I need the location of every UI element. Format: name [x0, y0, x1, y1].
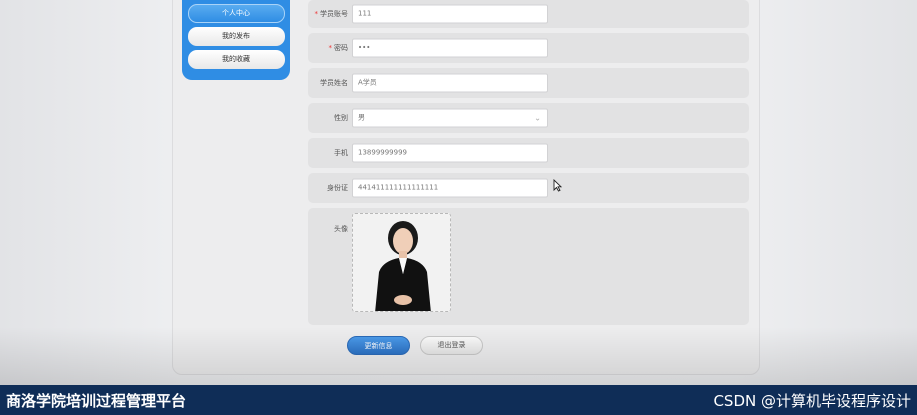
idcard-label: 身份证	[327, 184, 348, 192]
gender-value: 男	[358, 113, 365, 122]
password-label: * 密码	[328, 44, 349, 52]
update-info-button[interactable]: 更新信息	[347, 336, 410, 355]
avatar-upload[interactable]	[352, 213, 451, 312]
form-row-name: 学员姓名 A学员	[308, 68, 749, 98]
account-label: * 学员账号	[314, 10, 349, 18]
platform-title: 商洛学院培训过程管理平台	[6, 392, 187, 410]
form-row-avatar: 头像	[308, 208, 749, 325]
gender-label: 性别	[334, 114, 348, 122]
phone-label: 手机	[334, 149, 348, 157]
chevron-down-icon: ⌄	[534, 113, 541, 123]
mouse-cursor-icon	[553, 179, 562, 192]
sidebar-item-my-favorites[interactable]: 我的收藏	[187, 50, 285, 69]
avatar-label: 头像	[334, 225, 348, 233]
logout-button[interactable]: 退出登录	[420, 336, 483, 355]
sidebar-item-my-posts[interactable]: 我的发布	[187, 27, 285, 46]
account-input[interactable]: 111	[352, 4, 548, 24]
name-input[interactable]: A学员	[352, 73, 548, 93]
phone-input[interactable]: 13899999999	[352, 143, 548, 163]
caption-bar: 商洛学院培训过程管理平台 CSDN @计算机毕设程序设计	[0, 385, 917, 415]
idcard-input[interactable]: 441411111111111111	[352, 178, 548, 198]
form-row-password: * 密码 •••	[308, 33, 749, 63]
required-star: *	[328, 44, 333, 52]
form-row-account: * 学员账号 111	[308, 0, 749, 28]
avatar-image	[353, 214, 450, 311]
name-label: 学员姓名	[320, 79, 348, 87]
form-row-idcard: 身份证 441411111111111111	[308, 173, 749, 203]
form-row-phone: 手机 13899999999	[308, 138, 749, 168]
sidebar-menu: 个人中心 我的发布 我的收藏	[182, 0, 290, 80]
form-row-gender: 性别 男 ⌄	[308, 103, 749, 133]
gender-select[interactable]: 男 ⌄	[352, 108, 548, 128]
watermark-text: CSDN @计算机毕设程序设计	[713, 392, 911, 410]
password-input[interactable]: •••	[352, 38, 548, 58]
sidebar-item-profile[interactable]: 个人中心	[187, 4, 285, 23]
required-star: *	[314, 10, 319, 18]
